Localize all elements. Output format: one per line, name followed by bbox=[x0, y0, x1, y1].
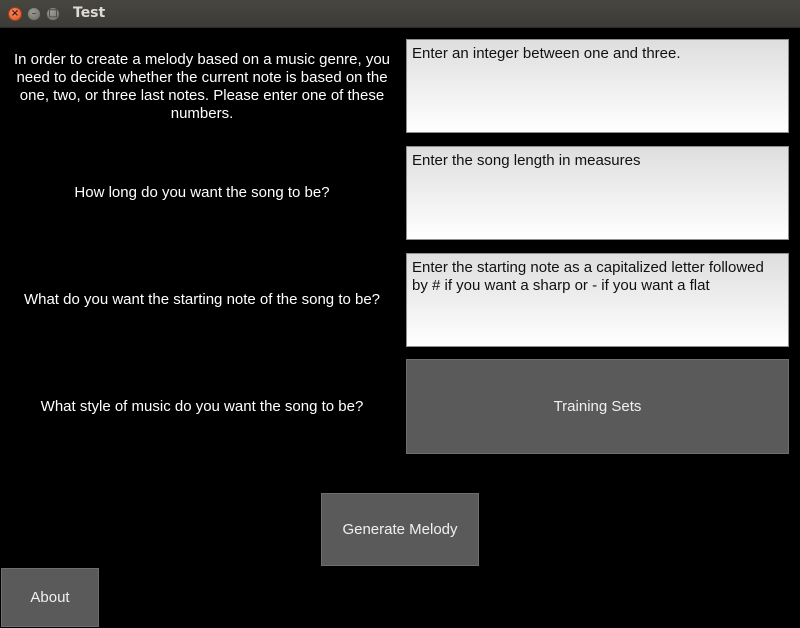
close-window-icon[interactable]: × bbox=[8, 7, 22, 21]
order-question-label: In order to create a melody based on a m… bbox=[13, 51, 391, 122]
generate-melody-button[interactable]: Generate Melody bbox=[321, 493, 479, 566]
about-button[interactable]: About bbox=[1, 568, 99, 627]
song-length-label: How long do you want the song to be? bbox=[74, 184, 330, 201]
minimize-window-icon[interactable]: – bbox=[27, 7, 41, 21]
training-sets-button[interactable]: Training Sets bbox=[406, 359, 789, 454]
starting-note-label: What do you want the starting note of th… bbox=[23, 291, 381, 308]
window-title: Test bbox=[73, 5, 106, 21]
starting-note-input[interactable]: Enter the starting note as a capitalized… bbox=[406, 253, 789, 347]
maximize-window-icon[interactable]: □ bbox=[46, 7, 60, 21]
window-titlebar: × – □ Test bbox=[0, 0, 800, 28]
music-style-label: What style of music do you want the song… bbox=[40, 398, 364, 415]
order-input[interactable]: Enter an integer between one and three. bbox=[406, 39, 789, 133]
song-length-input[interactable]: Enter the song length in measures bbox=[406, 146, 789, 240]
